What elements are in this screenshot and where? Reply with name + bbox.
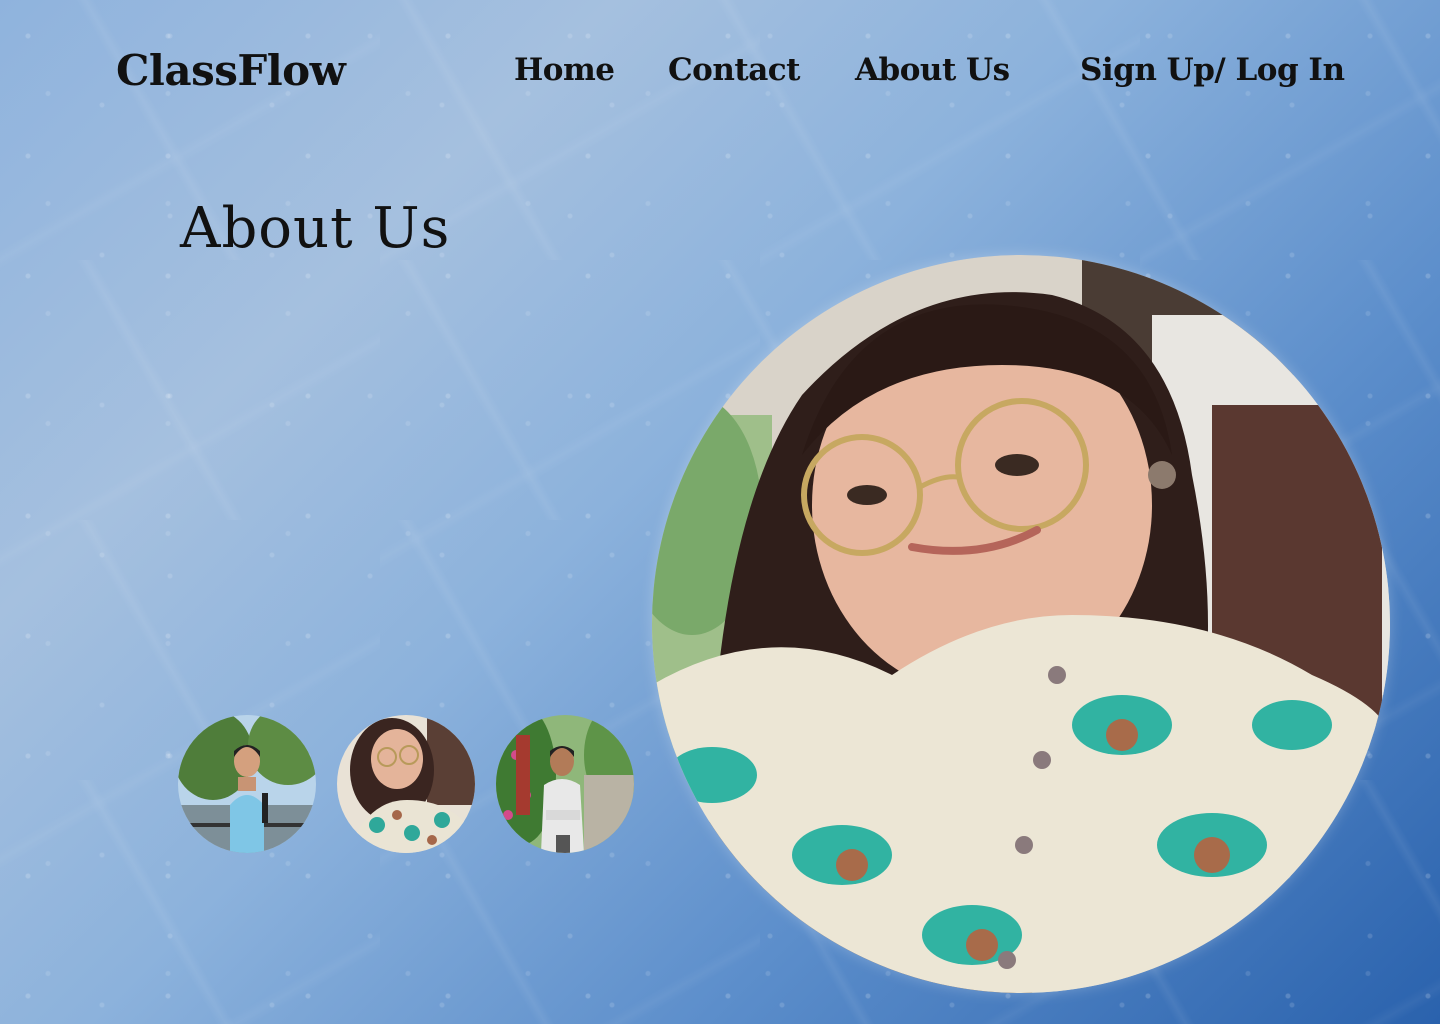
team-member-thumbnail-1[interactable] — [178, 715, 316, 853]
brand-logo[interactable]: ClassFlow — [116, 46, 346, 95]
member-photo-1-icon — [178, 715, 316, 853]
team-member-thumbnail-2[interactable] — [337, 715, 475, 853]
nav-link-signup-login[interactable]: Sign Up/ Log In — [1080, 52, 1345, 88]
nav-link-contact[interactable]: Contact — [668, 52, 801, 88]
member-photo-featured-icon — [652, 255, 1390, 993]
nav-link-about[interactable]: About Us — [855, 52, 1010, 88]
nav-link-home[interactable]: Home — [514, 52, 615, 88]
page-title: About Us — [180, 196, 451, 261]
navbar: ClassFlow Home Contact About Us Sign Up/… — [0, 0, 1440, 140]
team-member-thumbnail-3[interactable] — [496, 715, 634, 853]
member-photo-2-icon — [337, 715, 475, 853]
member-photo-3-icon — [496, 715, 634, 853]
featured-member-photo — [652, 255, 1390, 993]
